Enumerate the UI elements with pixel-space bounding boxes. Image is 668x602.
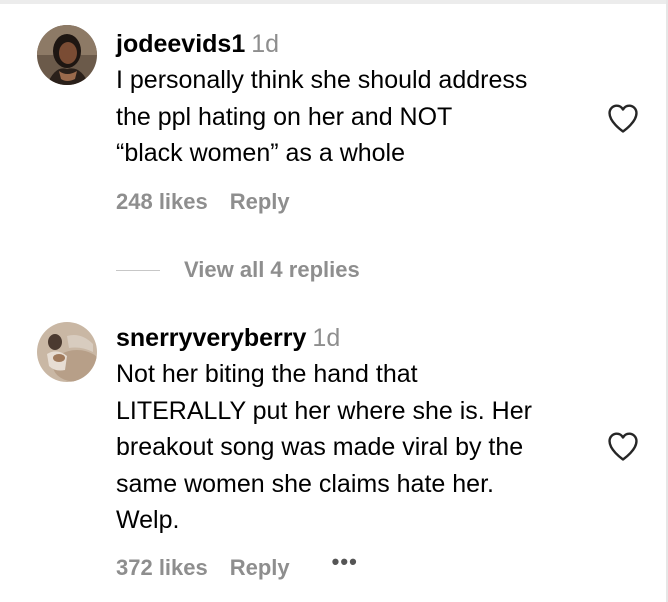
reply-button[interactable]: Reply	[230, 555, 290, 581]
view-replies-row[interactable]: View all 4 replies	[116, 252, 360, 288]
more-options-icon[interactable]: •••	[332, 549, 358, 575]
comment-line: same women she claims hate her.	[116, 469, 494, 498]
like-count[interactable]: 248 likes	[116, 189, 208, 215]
view-replies-button[interactable]: View all 4 replies	[184, 257, 360, 283]
avatar[interactable]	[37, 322, 97, 382]
comment-line: LITERALLY put her where she is. Her	[116, 396, 532, 425]
comment-text: Not her biting the hand that LITERALLY p…	[116, 356, 596, 539]
comment-actions: 248 likes Reply	[116, 189, 290, 215]
like-count[interactable]: 372 likes	[116, 555, 208, 581]
timestamp[interactable]: 1d	[312, 324, 340, 352]
heart-outline-icon[interactable]	[606, 102, 640, 134]
comment-line: the ppl hating on her and NOT	[116, 102, 453, 131]
comment-text: I personally think she should address th…	[116, 62, 596, 172]
replies-divider	[116, 269, 160, 271]
reply-button[interactable]: Reply	[230, 189, 290, 215]
heart-outline-icon[interactable]	[606, 430, 640, 462]
username[interactable]: snerryveryberry	[116, 324, 306, 352]
timestamp[interactable]: 1d	[251, 30, 279, 58]
comment-line: Not her biting the hand that	[116, 360, 418, 388]
comment-header: snerryveryberry 1d	[116, 320, 596, 356]
top-divider	[0, 0, 668, 4]
comment-header: jodeevids1 1d	[116, 26, 596, 62]
username[interactable]: jodeevids1	[116, 30, 245, 58]
comment-actions: 372 likes Reply •••	[116, 549, 358, 581]
comment-line: “black women” as a whole	[116, 139, 406, 167]
comment-line: Welp.	[116, 506, 180, 534]
comment-line: I personally think she should address	[116, 66, 528, 94]
avatar[interactable]	[37, 25, 97, 85]
comment-line: breakout song was made viral by the	[116, 433, 524, 461]
